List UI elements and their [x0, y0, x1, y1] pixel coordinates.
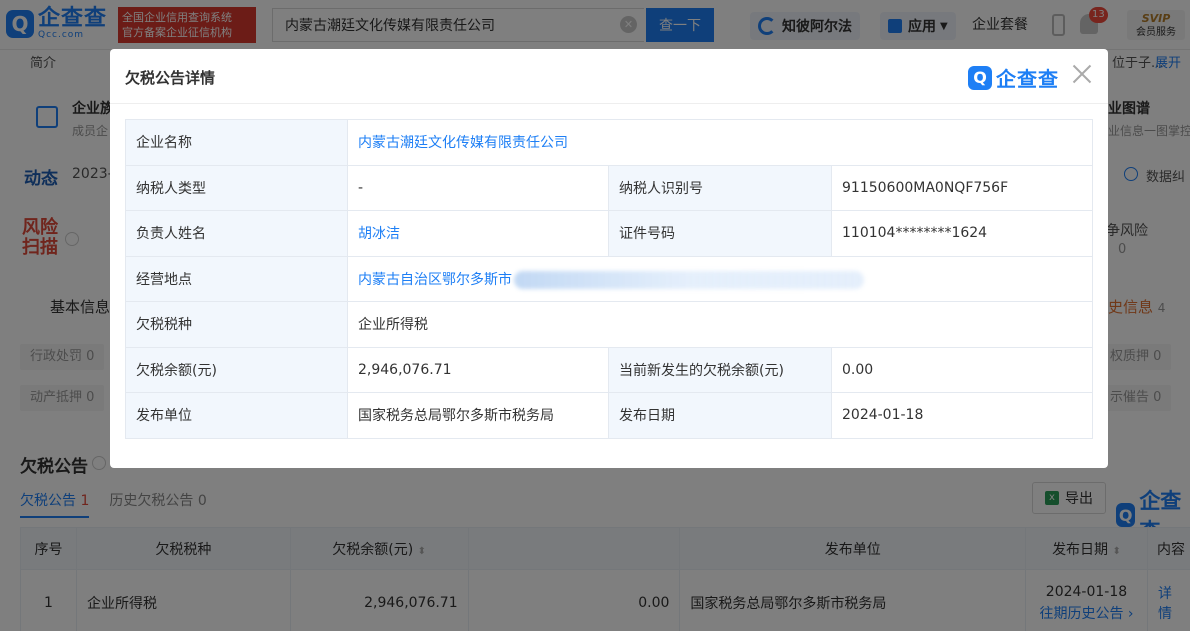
- detail-row-balance: 欠税余额(元) 2,946,076.71 当前新发生的欠税余额(元) 0.00: [125, 346, 1093, 393]
- detail-row-publisher: 发布单位 国家税务总局鄂尔多斯市税务局 发布日期 2024-01-18: [125, 392, 1093, 439]
- tax-detail-modal: 欠税公告详情 Q 企查查 企业名称 内蒙古潮廷文化传媒有限责任公司 纳税人类型 …: [110, 49, 1108, 468]
- detail-row-company: 企业名称 内蒙古潮廷文化传媒有限责任公司: [125, 119, 1093, 166]
- qcc-logo-icon: Q: [968, 65, 992, 90]
- company-link[interactable]: 内蒙古潮廷文化传媒有限责任公司: [347, 119, 1093, 166]
- address-link[interactable]: 内蒙古自治区鄂尔多斯市: [358, 272, 512, 288]
- modal-title: 欠税公告详情: [125, 69, 216, 87]
- person-link[interactable]: 胡冰洁: [347, 210, 609, 257]
- detail-row-tax-type: 欠税税种 企业所得税: [125, 301, 1093, 348]
- modal-header: 欠税公告详情 Q 企查查: [110, 49, 1108, 104]
- redacted-address: [514, 270, 864, 289]
- detail-row-address: 经营地点 内蒙古自治区鄂尔多斯市: [125, 255, 1093, 302]
- close-icon[interactable]: [1070, 62, 1094, 86]
- modal-logo: Q 企查查: [968, 63, 1059, 92]
- detail-table: 企业名称 内蒙古潮廷文化传媒有限责任公司 纳税人类型 - 纳税人识别号 9115…: [125, 119, 1093, 439]
- detail-row-person: 负责人姓名 胡冰洁 证件号码 110104********1624: [125, 210, 1093, 257]
- detail-row-taxpayer: 纳税人类型 - 纳税人识别号 91150600MA0NQF756F: [125, 164, 1093, 211]
